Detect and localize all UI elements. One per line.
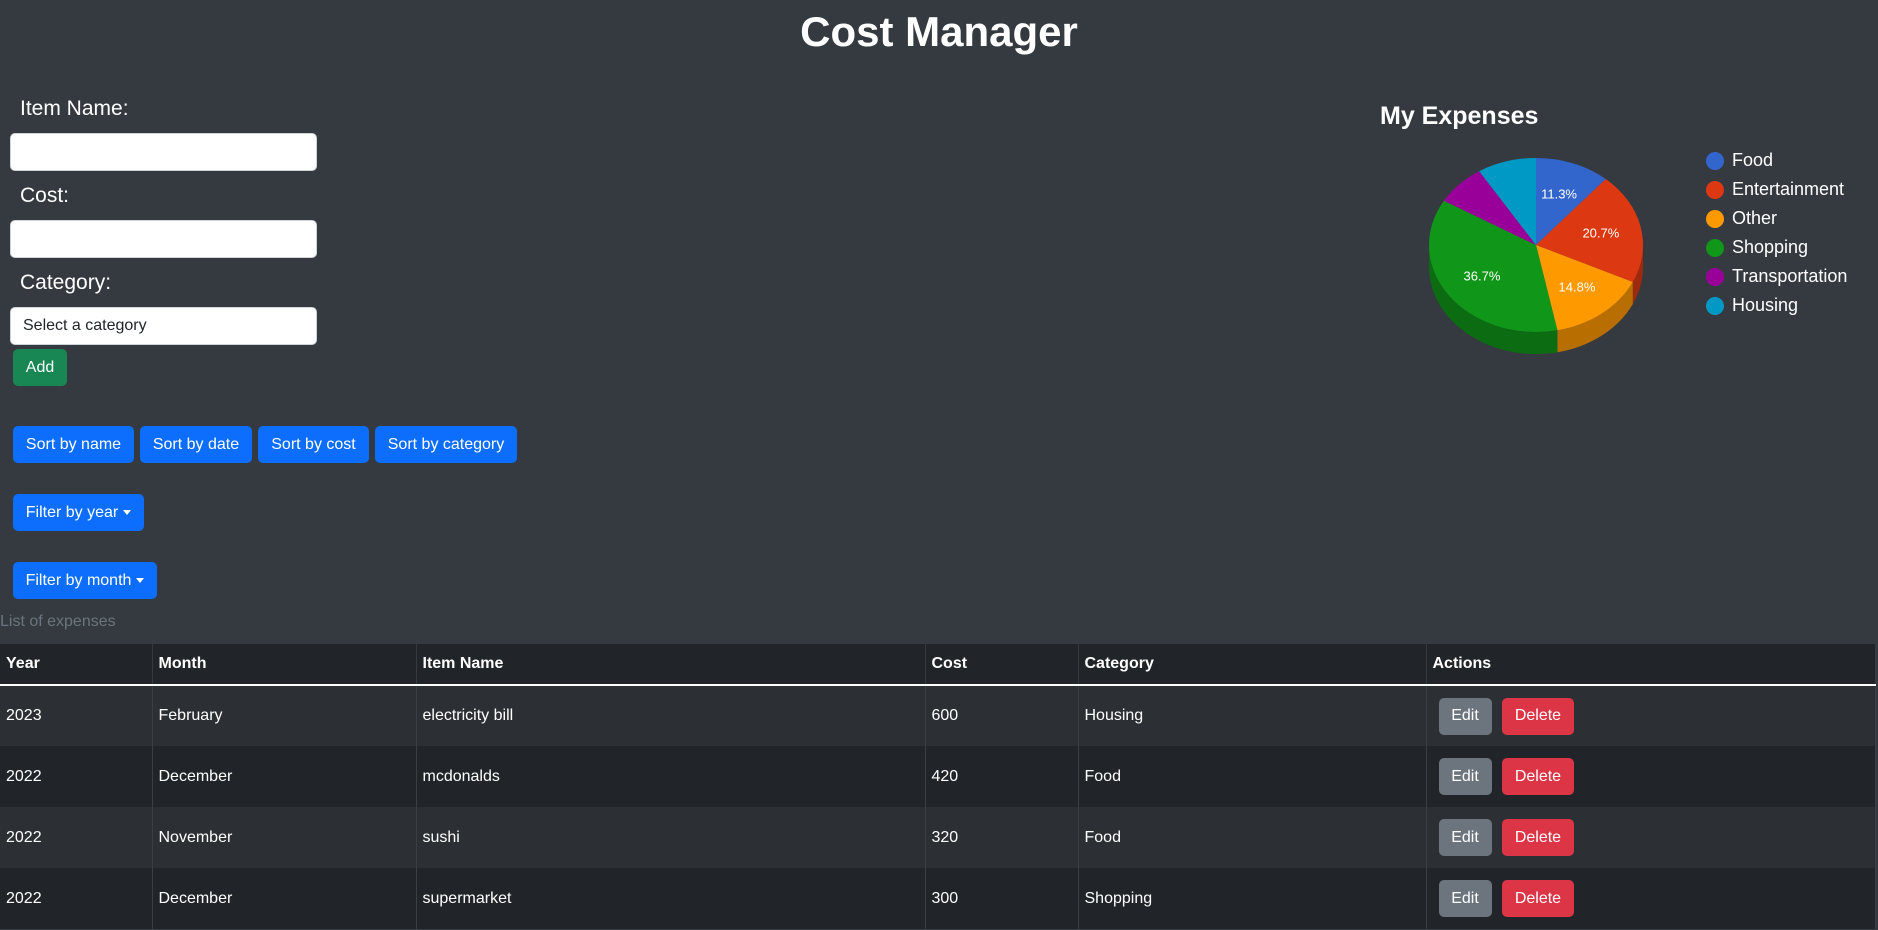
filter-month-label: Filter by month	[25, 571, 132, 589]
item-name-label: Item Name:	[20, 97, 129, 120]
cell-item-name: supermarket	[416, 868, 926, 929]
cell-month: February	[152, 685, 417, 746]
table-row: 2022 December supermarket 300 Shopping E…	[0, 868, 1876, 929]
chart-legend: Food Entertainment Other Shopping Transporta…	[1706, 146, 1847, 320]
header-year: Year	[0, 644, 153, 686]
expenses-table: Year Month Item Name Cost Category Actio…	[0, 644, 1876, 929]
category-label: Category:	[20, 271, 112, 294]
table-header-row: Year Month Item Name Cost Category Actio…	[0, 644, 1876, 686]
cell-year: 2022	[0, 807, 153, 868]
delete-button[interactable]: Delete	[1501, 819, 1574, 856]
cell-year: 2022	[0, 746, 153, 807]
cell-month: December	[152, 868, 417, 929]
header-cost: Cost	[925, 644, 1079, 686]
cell-actions: Edit Delete	[1426, 868, 1876, 929]
legend-swatch	[1706, 151, 1724, 170]
legend-item-entertainment[interactable]: Entertainment	[1706, 175, 1847, 204]
sort-by-category-button[interactable]: Sort by category	[375, 426, 517, 463]
sort-by-name-button[interactable]: Sort by name	[13, 426, 134, 463]
table-row: 2022 December mcdonalds 420 Food Edit De…	[0, 746, 1876, 807]
legend-swatch	[1706, 238, 1724, 257]
legend-label: Entertainment	[1732, 179, 1845, 199]
table-row: 2022 November sushi 320 Food Edit Delete	[0, 807, 1876, 868]
cell-category: Food	[1078, 807, 1427, 868]
cell-category: Shopping	[1078, 868, 1427, 929]
delete-button[interactable]: Delete	[1501, 880, 1574, 917]
header-month: Month	[152, 644, 417, 686]
cell-cost: 320	[925, 807, 1079, 868]
cell-item-name: sushi	[416, 807, 926, 868]
edit-button[interactable]: Edit	[1438, 880, 1492, 917]
legend-item-transportation[interactable]: Transportation	[1706, 262, 1847, 291]
edit-button[interactable]: Edit	[1438, 758, 1492, 795]
legend-item-housing[interactable]: Housing	[1706, 291, 1847, 320]
filter-by-month-dropdown[interactable]: Filter by month	[13, 562, 157, 599]
sort-by-cost-button[interactable]: Sort by cost	[258, 426, 369, 463]
table-row: 2023 February electricity bill 600 Housi…	[0, 685, 1876, 746]
table-caption: List of expenses	[0, 613, 116, 630]
legend-swatch	[1706, 296, 1724, 315]
cell-month: November	[152, 807, 417, 868]
caret-down-icon	[123, 510, 132, 515]
pie-label-shopping: 36.7%	[1464, 268, 1501, 283]
header-item-name: Item Name	[416, 644, 926, 686]
legend-label: Shopping	[1732, 237, 1809, 257]
cell-cost: 600	[925, 685, 1079, 746]
cell-cost: 420	[925, 746, 1079, 807]
cell-item-name: electricity bill	[416, 685, 926, 746]
legend-swatch	[1706, 180, 1724, 199]
cell-cost: 300	[925, 868, 1079, 929]
legend-label: Food	[1732, 150, 1774, 170]
legend-label: Housing	[1732, 295, 1799, 315]
header-actions: Actions	[1426, 644, 1876, 686]
page-title: Cost Manager	[800, 8, 1078, 55]
legend-label: Transportation	[1732, 266, 1848, 286]
caret-down-icon	[136, 578, 145, 583]
expenses-pie-chart: 11.3% 20.7% 14.8% 36.7%	[1429, 158, 1643, 354]
cost-input[interactable]	[10, 220, 317, 258]
cell-item-name: mcdonalds	[416, 746, 926, 807]
chart-title: My Expenses	[1380, 102, 1539, 130]
edit-button[interactable]: Edit	[1438, 819, 1492, 856]
legend-swatch	[1706, 267, 1724, 286]
filter-by-year-dropdown[interactable]: Filter by year	[13, 494, 144, 531]
legend-item-shopping[interactable]: Shopping	[1706, 233, 1847, 262]
sort-by-date-button[interactable]: Sort by date	[140, 426, 252, 463]
cell-category: Food	[1078, 746, 1427, 807]
delete-button[interactable]: Delete	[1501, 697, 1574, 735]
cell-category: Housing	[1078, 685, 1427, 746]
pie-label-entertainment: 20.7%	[1582, 226, 1619, 241]
delete-button[interactable]: Delete	[1501, 758, 1574, 795]
item-name-input[interactable]	[10, 133, 317, 171]
cell-actions: Edit Delete	[1426, 685, 1876, 746]
pie-label-other: 14.8%	[1559, 279, 1596, 294]
legend-swatch	[1706, 209, 1724, 228]
cost-label: Cost:	[20, 184, 70, 207]
legend-item-food[interactable]: Food	[1706, 146, 1847, 175]
legend-label: Other	[1732, 208, 1778, 228]
cell-actions: Edit Delete	[1426, 746, 1876, 807]
cell-actions: Edit Delete	[1426, 807, 1876, 868]
cell-year: 2023	[0, 685, 153, 746]
category-select[interactable]: Select a category	[10, 307, 317, 345]
edit-button[interactable]: Edit	[1438, 697, 1492, 735]
cell-year: 2022	[0, 868, 153, 929]
legend-item-other[interactable]: Other	[1706, 204, 1847, 233]
pie-label-food: 11.3%	[1541, 186, 1577, 201]
cell-month: December	[152, 746, 417, 807]
filter-year-label: Filter by year	[25, 503, 119, 521]
header-category: Category	[1078, 644, 1427, 686]
add-button[interactable]: Add	[13, 349, 67, 386]
